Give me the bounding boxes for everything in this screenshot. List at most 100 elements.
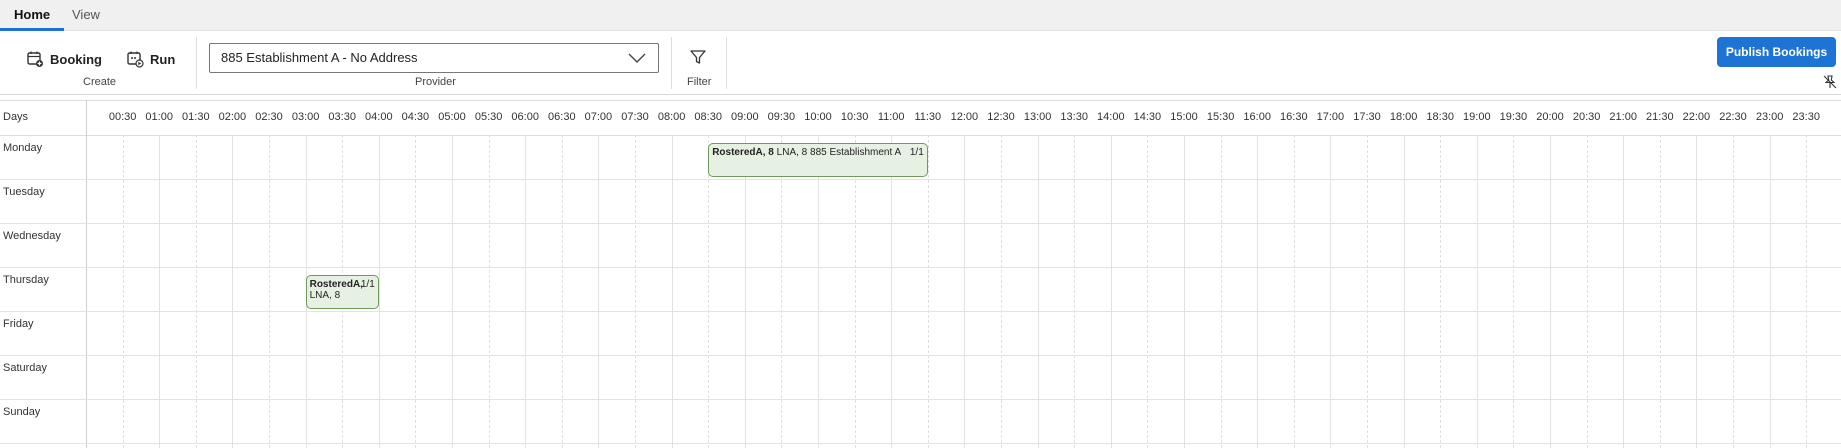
time-slot-label: 16:30 (1280, 111, 1308, 123)
time-gridline (1293, 135, 1295, 448)
time-slot-label: 06:30 (548, 111, 576, 123)
booking-button[interactable]: Booking (26, 47, 102, 71)
filter-icon[interactable] (690, 49, 706, 65)
time-slot-label: 05:30 (474, 111, 503, 123)
time-gridline (671, 135, 673, 448)
provider-group-label: Provider (415, 76, 456, 88)
day-row-divider (0, 311, 1841, 312)
day-label-saturday: Saturday (3, 362, 48, 374)
time-slot-label: 23:00 (1755, 111, 1784, 123)
time-gridline (525, 135, 527, 448)
day-label-friday: Friday (3, 318, 34, 330)
time-gridline (1806, 135, 1808, 448)
booking-name: RosteredA, (309, 279, 363, 290)
run-button-label: Run (150, 51, 176, 67)
time-slot-label: 01:00 (145, 111, 173, 123)
day-row-divider (0, 399, 1841, 400)
provider-select[interactable]: 885 Establishment A - No Address (209, 43, 659, 73)
time-slot-label: 04:30 (401, 111, 430, 123)
time-gridline (1550, 135, 1551, 448)
day-row-divider (0, 267, 1841, 268)
time-slot-label: 00:30 (108, 111, 137, 123)
time-slot-label: 12:30 (987, 111, 1015, 123)
time-slot-label: 19:30 (1499, 111, 1528, 123)
time-slot-label: 11:00 (877, 111, 905, 123)
day-row-divider (0, 355, 1841, 356)
time-gridline (1037, 135, 1039, 448)
time-slot-label: 09:30 (767, 111, 796, 123)
time-slot-label: 15:30 (1206, 111, 1235, 123)
time-gridline (1147, 135, 1149, 448)
time-slot-label: 03:30 (328, 111, 356, 123)
time-slot-label: 07:30 (621, 111, 649, 123)
time-gridline (1074, 135, 1076, 448)
time-slot-label: 20:00 (1536, 111, 1564, 123)
day-row-divider (0, 179, 1841, 180)
time-gridline (1330, 135, 1332, 448)
time-gridline (781, 135, 783, 448)
booking-block[interactable]: RosteredA, LNA, 8 1/1 (305, 275, 379, 309)
time-gridline (635, 135, 636, 448)
time-gridline (561, 135, 563, 448)
tab-view[interactable]: View (58, 0, 114, 31)
time-gridline (1001, 135, 1002, 448)
time-gridline (195, 135, 197, 448)
time-gridline (1586, 135, 1588, 448)
day-label-wednesday: Wednesday (3, 230, 61, 242)
time-gridline (964, 135, 966, 448)
run-button[interactable]: Run (126, 47, 175, 71)
day-label-monday: Monday (3, 142, 43, 154)
booking-ratio: 1/1 (360, 279, 375, 290)
time-gridline (598, 135, 600, 448)
time-slot-label: 23:30 (1792, 111, 1820, 123)
time-slot-label: 22:00 (1682, 111, 1711, 123)
days-column-divider (86, 100, 87, 448)
time-slot-label: 01:30 (182, 111, 210, 123)
time-gridline (1476, 135, 1478, 448)
booking-block[interactable]: RosteredA, 8 LNA, 8 885 Establishment A 1… (708, 143, 928, 177)
day-row-divider (0, 443, 1841, 444)
header-divider (0, 135, 1841, 136)
time-slot-label: 06:00 (511, 111, 539, 123)
time-slot-label: 02:30 (255, 111, 283, 123)
time-slot-label: 18:00 (1389, 111, 1418, 123)
time-slot-label: 13:30 (1060, 111, 1088, 123)
day-label-thursday: Thursday (3, 274, 49, 286)
unpin-icon[interactable] (1823, 75, 1837, 89)
filter-group-label: Filter (687, 76, 712, 88)
day-label-sunday: Sunday (3, 406, 41, 418)
chevron-down-icon (628, 53, 646, 63)
booking-name: RosteredA, 8 (712, 147, 774, 158)
time-slot-label: 16:00 (1243, 111, 1271, 123)
time-gridline (1659, 135, 1661, 448)
time-gridline (1110, 135, 1112, 448)
time-gridline (854, 135, 856, 448)
time-gridline (927, 135, 929, 448)
time-slot-label: 08:30 (694, 111, 722, 123)
time-slot-label: 02:00 (218, 111, 247, 123)
time-slot-label: 11:30 (914, 111, 942, 123)
time-gridline (1440, 135, 1442, 448)
calendar-run-icon (127, 51, 144, 68)
publish-bookings-button[interactable]: Publish Bookings (1717, 37, 1836, 67)
time-slot-label: 17:30 (1353, 111, 1381, 123)
time-slot-label: 07:00 (584, 111, 613, 123)
time-gridline (1733, 135, 1734, 448)
time-gridline (1696, 135, 1698, 448)
time-gridline (708, 135, 710, 448)
grid-top-border (0, 100, 1841, 101)
time-slot-label: 10:30 (840, 111, 869, 123)
time-gridline (122, 135, 124, 448)
booking-detail: LNA, 8 (309, 290, 341, 301)
time-slot-label: 14:00 (1097, 111, 1125, 123)
time-gridline (744, 135, 746, 448)
day-label-tuesday: Tuesday (3, 186, 45, 198)
time-gridline (1623, 135, 1625, 448)
schedule-grid: Days 00:30 01:00 01:30 02:00 02:30 03:00 03:30… (0, 100, 1841, 448)
tab-home[interactable]: Home (0, 0, 65, 31)
time-gridline (232, 135, 234, 448)
ribbon-separator (671, 37, 672, 89)
booking-button-label: Booking (50, 51, 102, 67)
time-slot-label: 08:00 (657, 111, 686, 123)
ribbon-separator (196, 37, 197, 89)
